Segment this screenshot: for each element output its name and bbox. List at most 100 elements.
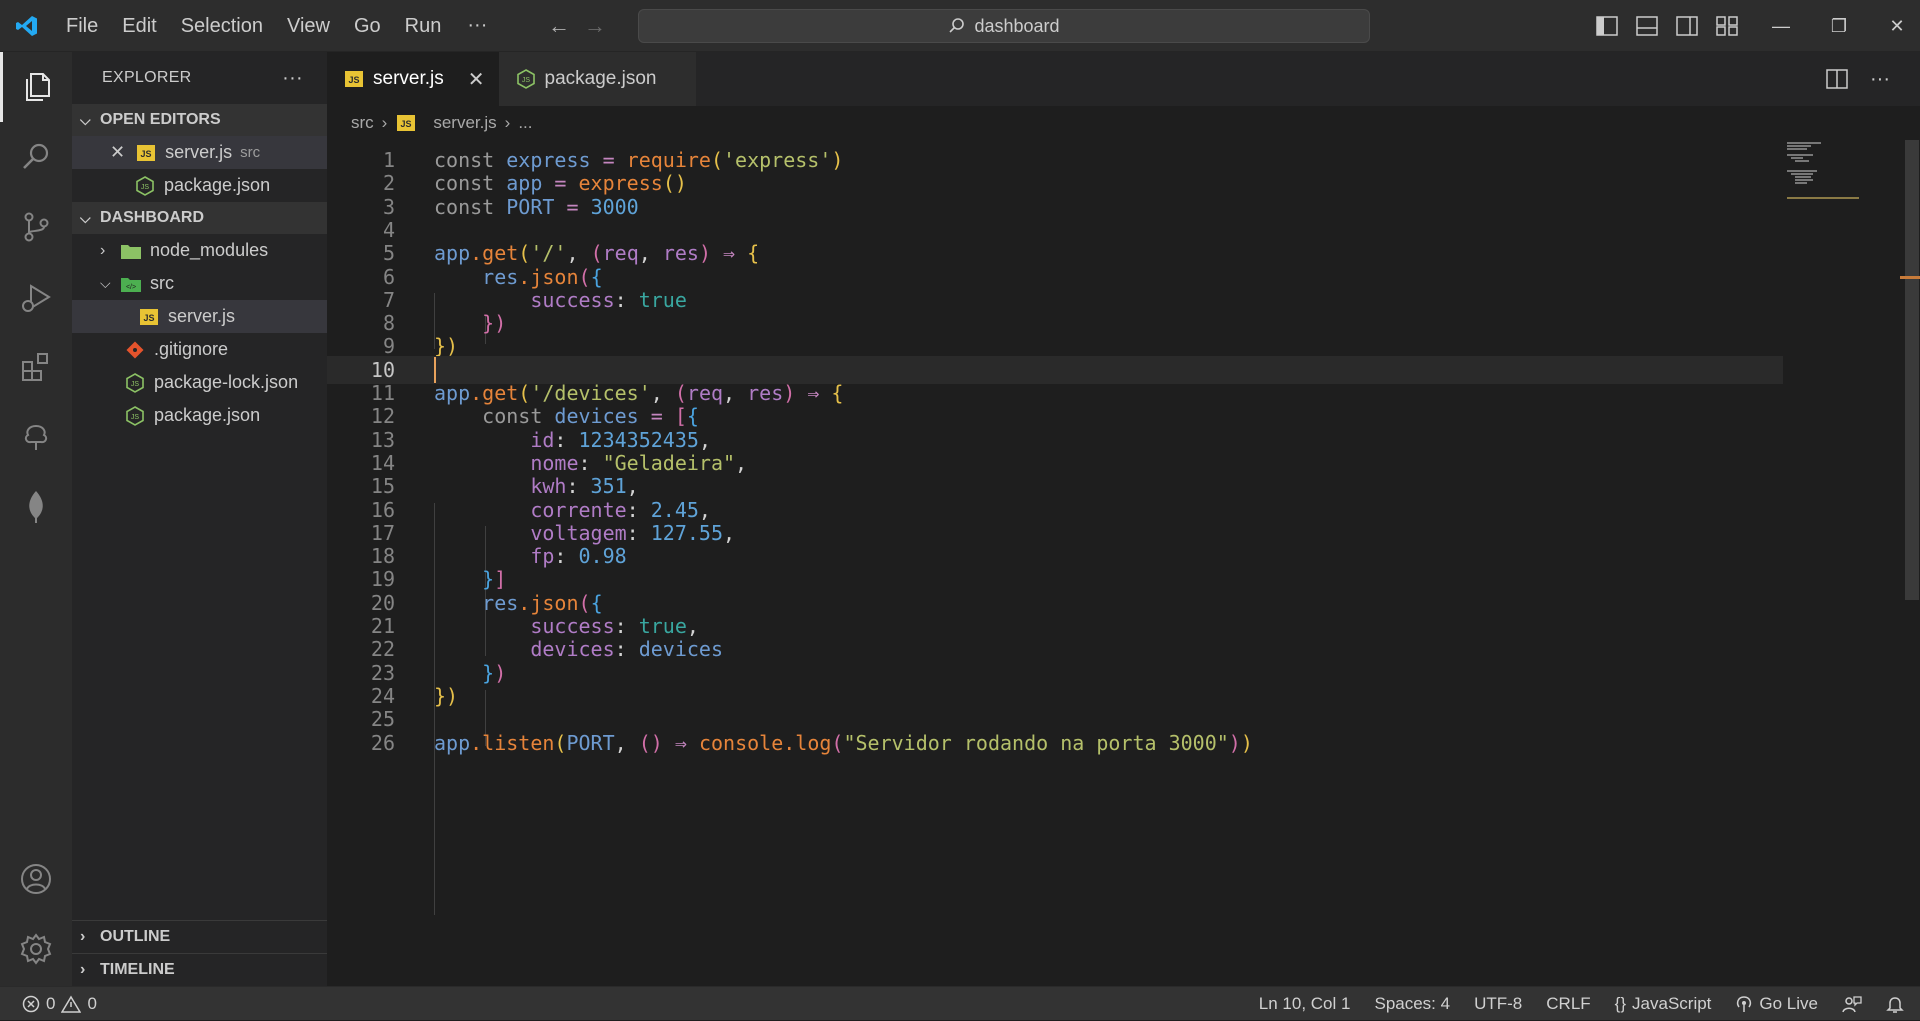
- menu-bar: File Edit Selection View Go Run ···: [54, 0, 501, 52]
- open-editors-section[interactable]: ⌵ OPEN EDITORS: [72, 104, 327, 136]
- svg-text:JS: JS: [131, 414, 140, 421]
- menu-go[interactable]: Go: [342, 0, 393, 52]
- minimap-line: [1787, 142, 1821, 144]
- source-control-icon[interactable]: [0, 192, 72, 262]
- tree-item-gitignore[interactable]: .gitignore: [72, 333, 327, 366]
- minimap-line: [1787, 154, 1813, 156]
- svg-text:JS: JS: [131, 381, 140, 388]
- js-file-icon: JS: [135, 143, 157, 163]
- mongodb-leaf-icon[interactable]: [0, 472, 72, 542]
- close-icon[interactable]: ✕: [110, 142, 125, 163]
- code-token: ): [1240, 730, 1253, 755]
- minimize-icon[interactable]: —: [1752, 16, 1810, 37]
- back-arrow-icon[interactable]: ←: [548, 13, 570, 39]
- minimap[interactable]: [1787, 140, 1862, 200]
- menu-view[interactable]: View: [275, 0, 342, 52]
- tab-package-json[interactable]: JS package.json: [498, 52, 696, 106]
- code-token: (): [638, 730, 663, 755]
- cursor-marker: [1900, 276, 1920, 279]
- more-actions-icon[interactable]: ···: [1870, 68, 1890, 91]
- explorer-more-button[interactable]: ···: [282, 67, 303, 90]
- code-editor[interactable]: 1 const express = require('express') 2 cons…: [327, 140, 1920, 986]
- tab-close-icon[interactable]: ✕: [468, 67, 485, 92]
- svg-text:</>: </>: [126, 284, 136, 291]
- tree-item-label: node_modules: [150, 240, 269, 260]
- code-token: "Servidor rodando na porta 3000": [843, 730, 1229, 755]
- menu-file[interactable]: File: [54, 0, 110, 52]
- minimap-line: [1787, 148, 1807, 150]
- menu-edit[interactable]: Edit: [110, 0, 168, 52]
- menu-run[interactable]: Run: [393, 0, 454, 52]
- code-token: ,: [614, 730, 639, 755]
- breadcrumb-file[interactable]: server.js: [433, 113, 496, 133]
- open-editor-package-json[interactable]: JS package.json: [72, 169, 327, 202]
- indentation[interactable]: Spaces: 4: [1374, 994, 1450, 1014]
- menu-selection[interactable]: Selection: [169, 0, 275, 52]
- breadcrumb: src › JS server.js › ...: [327, 106, 1920, 140]
- tree-item-package-lock-json[interactable]: JS package-lock.json: [72, 366, 327, 399]
- restore-icon[interactable]: ❐: [1810, 16, 1868, 37]
- code-token: (: [831, 730, 844, 755]
- encoding[interactable]: UTF-8: [1474, 994, 1522, 1014]
- close-window-icon[interactable]: ✕: [1868, 16, 1920, 37]
- svg-text:JS: JS: [401, 119, 412, 129]
- git-icon: [124, 340, 146, 360]
- split-editor-icon[interactable]: [1826, 69, 1848, 89]
- forward-arrow-icon[interactable]: →: [584, 13, 606, 39]
- scroll-thumb[interactable]: [1905, 140, 1919, 600]
- tree-item-src[interactable]: ⌵ </> src: [72, 267, 327, 300]
- svg-text:JS: JS: [141, 149, 152, 159]
- outline-section[interactable]: › OUTLINE: [72, 920, 327, 953]
- remote-tree-icon[interactable]: [0, 402, 72, 472]
- search-text: dashboard: [974, 15, 1060, 36]
- search-icon: [949, 18, 965, 33]
- chevron-right-icon: ›: [80, 928, 86, 945]
- chevron-right-icon: ›: [381, 113, 388, 132]
- line-ending[interactable]: CRLF: [1546, 994, 1590, 1014]
- notifications-bell-icon[interactable]: [1886, 995, 1904, 1013]
- feedback-icon[interactable]: [1842, 995, 1862, 1013]
- tree-item-node-modules[interactable]: › node_modules: [72, 234, 327, 267]
- tree-item-label: .gitignore: [154, 339, 229, 359]
- settings-gear-icon[interactable]: [0, 914, 72, 984]
- code-token: (: [554, 730, 567, 755]
- run-debug-icon[interactable]: [0, 262, 72, 332]
- accounts-icon[interactable]: [0, 844, 72, 914]
- code-line[interactable]: 26 app.listen(PORT, () ⇒ console.log("Ser…: [327, 729, 1783, 757]
- explorer-icon[interactable]: [0, 52, 72, 122]
- toggle-primary-sidebar-icon[interactable]: [1596, 16, 1618, 36]
- node-file-icon: JS: [134, 175, 156, 196]
- tree-item-server-js[interactable]: JS server.js: [72, 300, 327, 333]
- toggle-secondary-sidebar-icon[interactable]: [1676, 16, 1698, 36]
- timeline-section[interactable]: › TIMELINE: [72, 953, 327, 986]
- menu-more-button[interactable]: ···: [453, 14, 501, 37]
- open-editors-label: OPEN EDITORS: [100, 111, 221, 128]
- tree-item-package-json[interactable]: JS package.json: [72, 399, 327, 432]
- code-token: ⇒: [662, 730, 699, 755]
- node-file-icon: JS: [124, 405, 146, 426]
- status-bar: 0 0 Ln 10, Col 1 Spaces: 4 UTF-8 CRLF {}…: [0, 986, 1920, 1020]
- go-live-button[interactable]: Go Live: [1735, 994, 1818, 1014]
- extensions-icon[interactable]: [0, 332, 72, 402]
- cursor-position[interactable]: Ln 10, Col 1: [1259, 994, 1351, 1014]
- dashboard-section[interactable]: ⌵ DASHBOARD: [72, 202, 327, 234]
- problems-indicator[interactable]: 0 0: [0, 994, 97, 1014]
- explorer-sidebar: EXPLORER ··· ⌵ OPEN EDITORS ✕ JS server.…: [72, 52, 327, 986]
- warning-count: 0: [87, 993, 97, 1013]
- search-view-icon[interactable]: [0, 122, 72, 192]
- breadcrumb-symbol[interactable]: ...: [518, 113, 532, 133]
- editor-scrollbar[interactable]: [1900, 140, 1920, 986]
- tree-item-label: server.js: [168, 306, 236, 326]
- language-mode[interactable]: {} JavaScript: [1615, 994, 1712, 1014]
- explorer-header: EXPLORER ···: [72, 52, 327, 104]
- error-icon: [22, 995, 40, 1012]
- command-center-search[interactable]: dashboard: [638, 9, 1370, 43]
- toggle-panel-icon[interactable]: [1636, 16, 1658, 36]
- minimap-line: [1795, 182, 1807, 184]
- open-editor-server-js[interactable]: ✕ JS server.js src: [72, 136, 327, 169]
- customize-layout-icon[interactable]: [1716, 16, 1738, 36]
- breadcrumb-folder[interactable]: src: [351, 113, 374, 133]
- line-number: 26: [370, 730, 395, 755]
- tab-server-js[interactable]: JS server.js ✕: [327, 52, 499, 106]
- editor-tabs: JS server.js ✕ JS package.json ···: [327, 52, 1920, 106]
